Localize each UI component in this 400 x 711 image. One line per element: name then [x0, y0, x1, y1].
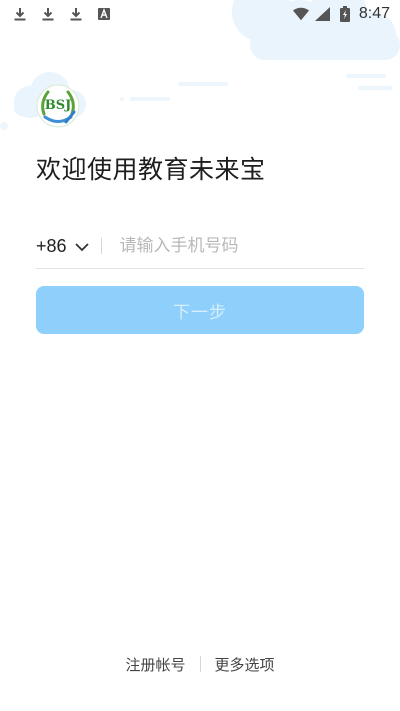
clock: 8:47 — [358, 5, 390, 22]
signal-icon — [315, 6, 331, 22]
phone-login-row: +86 — [36, 224, 364, 269]
app-logo: BSJ — [36, 84, 80, 128]
more-options-link[interactable]: 更多选项 — [215, 654, 275, 675]
download-icon — [68, 6, 84, 22]
status-bar: 8:47 — [0, 0, 400, 28]
wifi-icon — [292, 6, 309, 22]
chevron-down-icon — [74, 237, 89, 256]
download-icon — [12, 6, 28, 22]
next-step-button[interactable]: 下一步 — [36, 286, 364, 334]
a-icon — [96, 6, 112, 22]
divider — [199, 656, 201, 672]
country-code-selector[interactable]: +86 — [36, 236, 89, 257]
phone-number-input[interactable] — [119, 236, 364, 256]
svg-text:BSJ: BSJ — [45, 98, 72, 113]
register-account-link[interactable]: 注册帐号 — [125, 654, 185, 675]
download-icon — [40, 6, 56, 22]
country-code-value: +86 — [36, 235, 67, 256]
page-title: 欢迎使用教育未来宝 — [36, 155, 266, 184]
battery-charging-icon — [337, 6, 353, 22]
footer-links: 注册帐号 更多选项 — [0, 652, 400, 676]
divider — [100, 238, 102, 254]
bsj-logo-icon: BSJ — [36, 84, 80, 128]
